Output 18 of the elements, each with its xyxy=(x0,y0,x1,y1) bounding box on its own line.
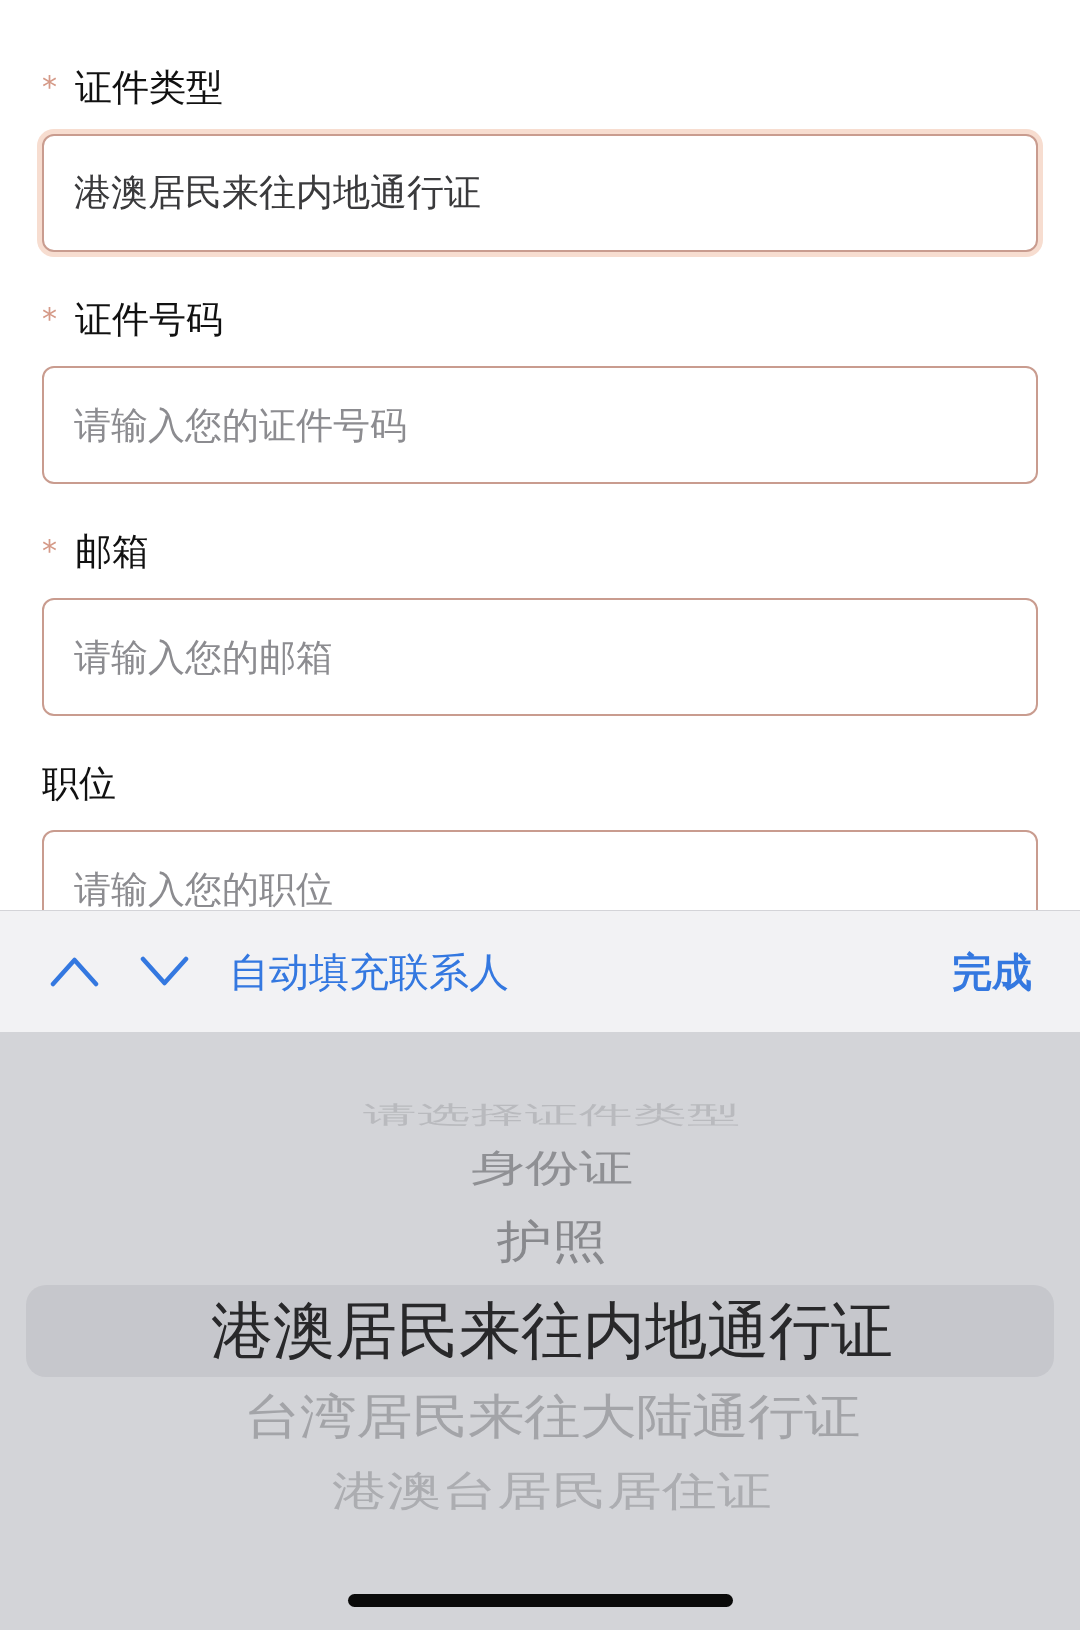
field-label: 职位 xyxy=(42,761,116,807)
required-asterisk: * xyxy=(42,72,57,102)
picker-option[interactable]: 护照 xyxy=(497,1216,607,1268)
text-field[interactable]: 请输入您的邮箱 xyxy=(42,598,1038,716)
field-label: 证件类型 xyxy=(75,65,223,111)
text-field[interactable]: 港澳居民来往内地通行证 xyxy=(42,134,1038,252)
chevron-down-icon[interactable] xyxy=(140,956,189,987)
text-field[interactable]: 请输入您的证件号码 xyxy=(42,366,1038,484)
field-label: 证件号码 xyxy=(75,297,223,343)
picker-option[interactable]: 身份证 xyxy=(471,1146,633,1190)
text-field[interactable]: 请输入您的职位 xyxy=(42,830,1038,910)
picker-option[interactable]: 港澳居民来往内地通行证 xyxy=(211,1295,893,1367)
field-label: 邮箱 xyxy=(75,529,149,575)
required-asterisk: * xyxy=(42,304,57,334)
done-button[interactable]: 完成 xyxy=(952,947,1032,996)
chevron-up-icon[interactable] xyxy=(50,956,99,987)
autofill-contact-link[interactable]: 自动填充联系人 xyxy=(229,947,509,996)
required-asterisk: * xyxy=(42,536,57,566)
